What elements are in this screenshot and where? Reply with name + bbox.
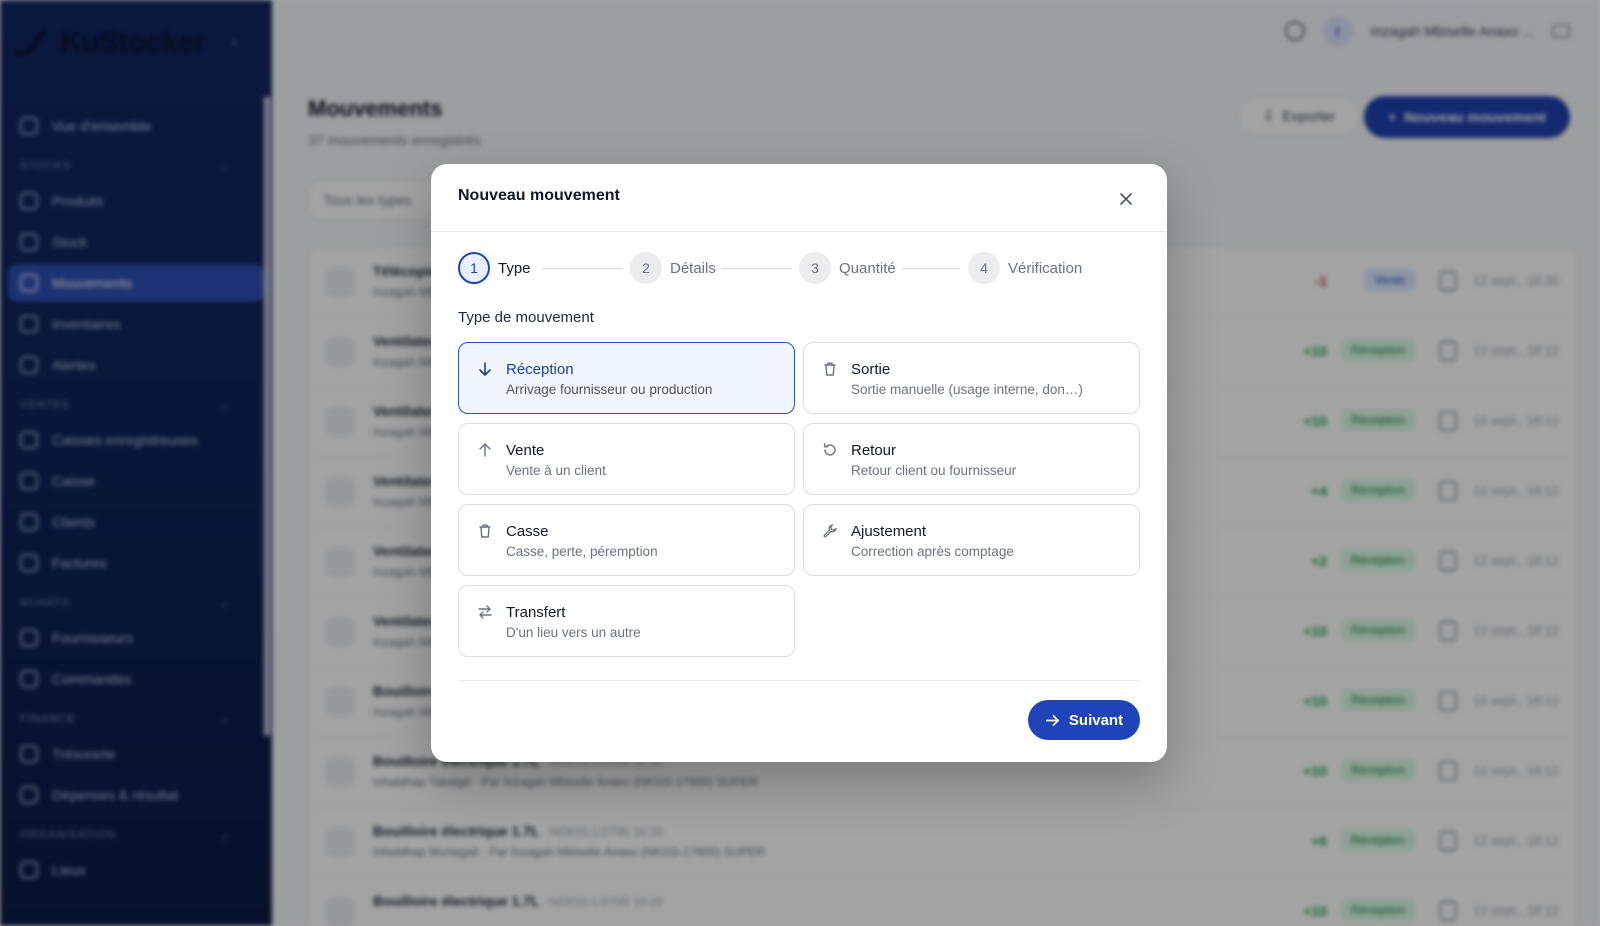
step-number: 3 [799,252,831,284]
option-title: Vente [506,442,545,459]
arrow-down-icon [479,362,491,376]
undo-icon [823,443,836,456]
step-number: 4 [968,252,1000,284]
stepper: 1 Type 2 Détails 3 Quantité 4 Vérificati… [458,252,1140,286]
step-number: 2 [630,252,662,284]
close-icon [1120,193,1132,205]
option-title: Réception [506,361,574,378]
option-casse[interactable]: Casse Casse, perte, péremption [458,504,795,576]
step-type[interactable]: 1 Type [458,252,531,284]
option-transfert[interactable]: Transfert D'un lieu vers un autre [458,585,795,657]
step-connector [722,268,792,269]
option-reception[interactable]: Réception Arrivage fournisseur ou produc… [458,342,795,414]
trash-icon [824,362,836,376]
new-movement-dialog: Nouveau mouvement 1 Type 2 Détails 3 Qua… [431,164,1167,762]
arrow-up-icon [479,443,491,457]
option-description: Sortie manuelle (usage interne, don…) [851,382,1083,397]
dialog-header: Nouveau mouvement [431,164,1167,232]
transfer-icon [478,605,492,619]
option-description: Retour client ou fournisseur [851,463,1017,478]
option-title: Ajustement [851,523,927,540]
dialog-title: Nouveau mouvement [458,187,620,204]
trash-icon [479,524,491,538]
option-vente[interactable]: Vente Vente à un client [458,423,795,495]
step-label: Quantité [839,259,896,277]
option-title: Sortie [851,361,891,378]
option-description: D'un lieu vers un autre [506,625,641,640]
step-label: Détails [670,259,716,277]
option-description: Correction après comptage [851,544,1014,559]
option-description: Casse, perte, péremption [506,544,658,559]
step-verification[interactable]: 4 Vérification [968,252,1082,284]
option-description: Arrivage fournisseur ou production [506,382,713,397]
wrench-icon [823,524,837,538]
next-button[interactable]: Suivant [1028,700,1140,740]
step-label: Type [498,259,531,277]
step-label: Vérification [1008,259,1083,277]
movement-type-label: Type de mouvement [458,309,594,326]
step-connector [902,268,960,269]
next-label: Suivant [1068,711,1124,729]
footer-divider [458,680,1140,681]
step-details[interactable]: 2 Détails [630,252,716,284]
step-connector [542,268,622,269]
option-ajustement[interactable]: Ajustement Correction après comptage [803,504,1140,576]
arrow-right-icon [1045,714,1059,726]
option-title: Retour [851,442,897,459]
option-retour[interactable]: Retour Retour client ou fournisseur [803,423,1140,495]
close-button[interactable] [1113,186,1139,212]
option-description: Vente à un client [506,463,606,478]
option-sortie[interactable]: Sortie Sortie manuelle (usage interne, d… [803,342,1140,414]
option-title: Casse [506,523,549,540]
step-quantity[interactable]: 3 Quantité [799,252,896,284]
option-title: Transfert [506,604,566,621]
step-number: 1 [458,252,490,284]
